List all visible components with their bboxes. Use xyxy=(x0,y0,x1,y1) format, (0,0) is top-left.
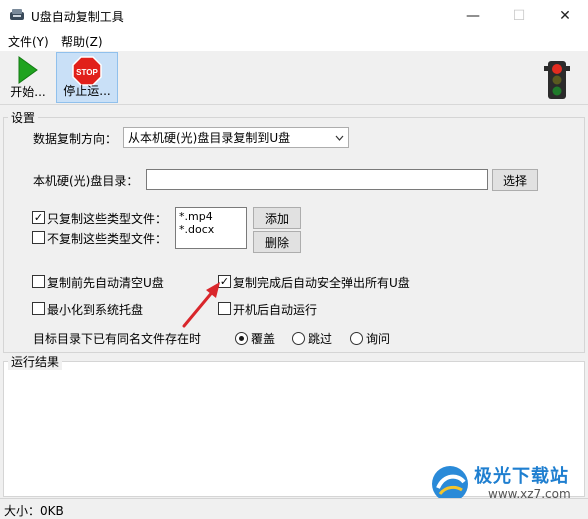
usb-drive-app-icon xyxy=(9,8,25,22)
minimize-tray-checkbox[interactable] xyxy=(32,302,45,315)
stop-sign-text: STOP xyxy=(76,68,98,77)
watermark-name: 极光下载站 xyxy=(474,466,569,487)
stop-button-label: 停止运... xyxy=(63,84,111,98)
delete-button[interactable]: 删除 xyxy=(253,231,301,253)
overwrite-label: 覆盖 xyxy=(251,332,276,346)
clear-usb-checkbox[interactable] xyxy=(32,275,45,288)
minimize-icon: — xyxy=(466,7,480,24)
minimize-tray-label: 最小化到系统托盘 xyxy=(47,303,144,317)
status-size: 大小：0KB xyxy=(4,504,64,518)
menu-file[interactable]: 文件(Y) xyxy=(8,33,49,50)
skip-label: 跳过 xyxy=(308,332,333,346)
browse-button[interactable]: 选择 xyxy=(492,169,538,191)
local-dir-label: 本机硬(光)盘目录： xyxy=(33,174,139,188)
skip-radio[interactable] xyxy=(292,332,305,345)
settings-group-title: 设置 xyxy=(8,109,39,126)
ask-radio[interactable] xyxy=(350,332,363,345)
list-item[interactable]: *.docx xyxy=(179,223,243,236)
list-item[interactable]: *.mp4 xyxy=(179,210,243,223)
traffic-light-icon xyxy=(544,61,570,99)
stop-button[interactable]: STOP 停止运... xyxy=(56,52,118,103)
direction-dropdown[interactable]: 从本机硬(光)盘目录复制到U盘 xyxy=(123,127,349,148)
minimize-button[interactable]: — xyxy=(450,0,496,31)
status-bar xyxy=(0,498,588,518)
overwrite-radio[interactable] xyxy=(235,332,248,345)
result-group-title: 运行结果 xyxy=(8,353,63,370)
direction-value: 从本机硬(光)盘目录复制到U盘 xyxy=(128,131,291,145)
conflict-label: 目标目录下已有同名文件存在时 xyxy=(33,332,202,346)
close-icon: ✕ xyxy=(559,7,571,24)
eject-label: 复制完成后自动安全弹出所有U盘 xyxy=(233,276,410,290)
clear-usb-label: 复制前先自动清空U盘 xyxy=(47,276,164,290)
add-button[interactable]: 添加 xyxy=(253,207,301,229)
local-dir-input[interactable] xyxy=(146,169,488,190)
file-types-list[interactable]: *.mp4 *.docx xyxy=(175,207,247,249)
ask-label: 询问 xyxy=(366,332,391,346)
window-title: U盘自动复制工具 xyxy=(31,10,124,24)
start-button-label: 开始... xyxy=(10,85,46,99)
red-arrow-icon xyxy=(182,282,220,328)
autostart-label: 开机后自动运行 xyxy=(233,303,318,317)
direction-label: 数据复制方向： xyxy=(33,132,118,146)
exclude-label: 不复制这些类型文件： xyxy=(47,232,168,246)
menu-help[interactable]: 帮助(Z) xyxy=(61,33,103,50)
maximize-button[interactable]: ☐ xyxy=(496,0,542,31)
close-button[interactable]: ✕ xyxy=(542,0,588,31)
maximize-icon: ☐ xyxy=(512,7,526,24)
start-button[interactable]: 开始... xyxy=(4,53,52,103)
chevron-down-icon xyxy=(335,135,344,141)
only-copy-checkbox[interactable]: ✓ xyxy=(32,211,45,224)
exclude-checkbox[interactable] xyxy=(32,231,45,244)
only-copy-label: 只复制这些类型文件： xyxy=(47,212,168,226)
play-icon xyxy=(18,56,38,84)
